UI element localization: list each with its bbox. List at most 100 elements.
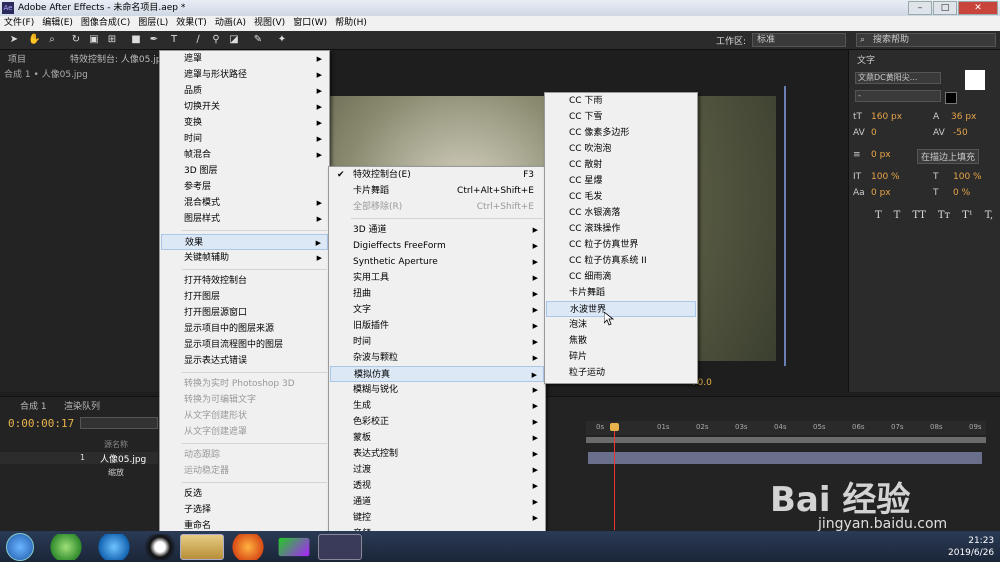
menu2-item[interactable]: 时间 ▶ xyxy=(330,334,544,350)
tab-effect-controls[interactable]: 特效控制台: 人像05.jpg xyxy=(70,52,167,65)
menu1-item[interactable]: 打开图层源窗口 xyxy=(161,305,328,321)
start-button[interactable] xyxy=(6,533,34,561)
clone-stamp-tool-icon[interactable]: ⚲ xyxy=(210,34,222,46)
after-effects-taskbar-icon[interactable] xyxy=(318,534,362,560)
menu2-item[interactable]: 扭曲 ▶ xyxy=(330,286,544,302)
tab-character[interactable]: 文字 xyxy=(857,53,875,66)
layer-row[interactable]: 1 人像05.jpg xyxy=(0,452,158,465)
text-style-button-2[interactable]: TT xyxy=(912,210,926,221)
text-style-button-4[interactable]: T¹ xyxy=(962,210,973,221)
scale-property[interactable]: 缩放 xyxy=(108,467,124,478)
menu2-item[interactable]: 通道 ▶ xyxy=(330,494,544,510)
playhead-handle[interactable] xyxy=(610,423,619,431)
menu2-item[interactable]: 3D 通道 ▶ xyxy=(330,222,544,238)
firefox-icon[interactable] xyxy=(226,534,270,560)
menu1-item[interactable]: 反选 xyxy=(161,486,328,502)
text-style-button-0[interactable]: T xyxy=(875,210,882,221)
stroke-mode-select[interactable]: 在描边上填充 xyxy=(917,149,980,164)
pan-behind-tool-icon[interactable]: ⊞ xyxy=(106,34,118,46)
menu3-item[interactable]: CC 粒子仿真世界 xyxy=(546,237,696,253)
menu1-item[interactable]: 帧混合 ▶ xyxy=(161,147,328,163)
stroke-color-swatch[interactable] xyxy=(945,92,957,104)
menu1-item[interactable]: 3D 图层 xyxy=(161,163,328,179)
menu2-item[interactable]: 旧版插件 ▶ xyxy=(330,318,544,334)
menu-5[interactable]: 动画(A) xyxy=(211,16,250,31)
menu3-item[interactable]: CC 下雨 xyxy=(546,93,696,109)
menu1-item[interactable]: 显示项目中的图层来源 xyxy=(161,321,328,337)
workspace-select[interactable]: 标准 xyxy=(752,33,846,47)
tab-project[interactable]: 项目 xyxy=(8,52,26,65)
menu3-item[interactable]: 碎片 xyxy=(546,349,696,365)
menu3-item[interactable]: CC 粒子仿真系统 II xyxy=(546,253,696,269)
timeline-search-input[interactable] xyxy=(80,417,158,429)
baseline-shift-value[interactable]: 0 px xyxy=(871,188,891,198)
rotate-tool-icon[interactable]: ↻ xyxy=(70,34,82,46)
menu3-item[interactable]: CC 细雨滴 xyxy=(546,269,696,285)
brush-tool-icon[interactable]: ∕ xyxy=(192,34,204,46)
text-style-button-3[interactable]: Tт xyxy=(938,210,950,221)
tsume-value[interactable]: 0 % xyxy=(953,188,970,198)
menu1-item[interactable]: 切换开关 ▶ xyxy=(161,99,328,115)
menu-3[interactable]: 图层(L) xyxy=(134,16,172,31)
menu2-item[interactable]: 表达式控制 ▶ xyxy=(330,446,544,462)
menu1-item[interactable]: 时间 ▶ xyxy=(161,131,328,147)
tab-render-queue[interactable]: 渲染队列 xyxy=(64,399,100,412)
qq-icon[interactable] xyxy=(138,534,182,560)
menu-8[interactable]: 帮助(H) xyxy=(331,16,371,31)
menu2-item[interactable]: Synthetic Aperture ▶ xyxy=(330,254,544,270)
layer-name[interactable]: 人像05.jpg xyxy=(100,452,146,465)
leading-value[interactable]: 36 px xyxy=(951,112,976,122)
menu3-item[interactable]: CC 吹泡泡 xyxy=(546,141,696,157)
menu1-item[interactable]: 打开图层 xyxy=(161,289,328,305)
font-size-value[interactable]: 160 px xyxy=(871,112,902,122)
menu1-item[interactable]: 显示表达式错误 xyxy=(161,353,328,369)
menu2-item[interactable]: 实用工具 ▶ xyxy=(330,270,544,286)
horizontal-scale-value[interactable]: 100 % xyxy=(953,172,982,182)
menu3-item[interactable]: CC 滚珠操作 xyxy=(546,221,696,237)
menu3-item[interactable]: CC 散射 xyxy=(546,157,696,173)
layer-duration-bar[interactable] xyxy=(588,452,982,464)
menu1-item[interactable]: 显示项目流程图中的图层 xyxy=(161,337,328,353)
roto-brush-tool-icon[interactable]: ✎ xyxy=(252,34,264,46)
zoom-tool-icon[interactable]: ⌕ xyxy=(46,34,58,46)
font-style-select[interactable]: - xyxy=(855,90,941,102)
puppet-pin-tool-icon[interactable]: ✦ xyxy=(276,34,288,46)
menu3-item[interactable]: 泡沫 xyxy=(546,317,696,333)
vertical-scale-value[interactable]: 100 % xyxy=(871,172,900,182)
eraser-tool-icon[interactable]: ◪ xyxy=(228,34,240,46)
menu3-item[interactable]: 焦散 xyxy=(546,333,696,349)
menu-7[interactable]: 窗口(W) xyxy=(289,16,331,31)
stroke-width-value[interactable]: 0 px xyxy=(871,150,891,160)
current-timecode[interactable]: 0:00:00:17 xyxy=(8,417,74,430)
menu-4[interactable]: 效果(T) xyxy=(172,16,211,31)
fill-color-swatch[interactable] xyxy=(965,70,985,90)
menu2-item[interactable]: 文字 ▶ xyxy=(330,302,544,318)
menu3-item[interactable]: CC 下雪 xyxy=(546,109,696,125)
menu1-item[interactable]: 关键帧辅助 ▶ xyxy=(161,250,328,266)
selection-tool-icon[interactable]: ➤ xyxy=(8,34,20,46)
close-button[interactable]: ✕ xyxy=(958,1,998,15)
menu1-item[interactable]: 变换 ▶ xyxy=(161,115,328,131)
hand-tool-icon[interactable]: ✋ xyxy=(28,34,40,46)
text-style-button-5[interactable]: T, xyxy=(985,210,993,221)
menu1-item[interactable]: 参考层 xyxy=(161,179,328,195)
menu2-item[interactable]: 卡片舞蹈 Ctrl+Alt+Shift+E xyxy=(330,183,544,199)
media-app-icon[interactable] xyxy=(278,537,310,557)
media-player-icon[interactable] xyxy=(92,534,136,560)
menu3-item[interactable]: 粒子运动 xyxy=(546,365,696,381)
menu1-item[interactable]: 效果 ▶ xyxy=(161,234,328,250)
minimize-button[interactable]: – xyxy=(908,1,932,15)
menu1-item[interactable]: 打开特效控制台 xyxy=(161,273,328,289)
font-family-select[interactable]: 文鼎DC黄阳尖... xyxy=(855,72,941,84)
menu1-item[interactable]: 混合模式 ▶ xyxy=(161,195,328,211)
menu-2[interactable]: 图像合成(C) xyxy=(77,16,134,31)
menu3-item[interactable]: 卡片舞蹈 xyxy=(546,285,696,301)
menu3-item[interactable]: CC 水银滴落 xyxy=(546,205,696,221)
menu-6[interactable]: 视图(V) xyxy=(250,16,289,31)
menu3-item[interactable]: CC 星爆 xyxy=(546,173,696,189)
menu3-item[interactable]: 水波世界 xyxy=(546,301,696,317)
menu2-item[interactable]: 色彩校正 ▶ xyxy=(330,414,544,430)
360-browser-icon[interactable] xyxy=(44,534,88,560)
camera-tool-icon[interactable]: ▣ xyxy=(88,34,100,46)
tray-clock[interactable]: 21:23 2019/6/26 xyxy=(948,535,994,559)
